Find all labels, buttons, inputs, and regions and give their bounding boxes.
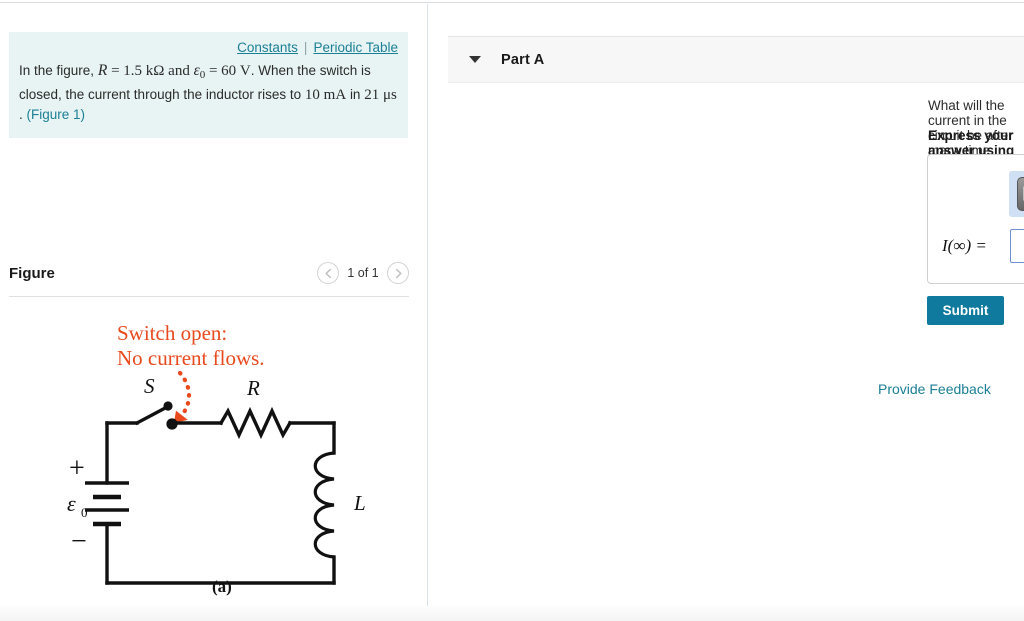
left-panel: Constants | Periodic Table In the figure, … bbox=[0, 0, 427, 621]
label-inductor: L bbox=[353, 491, 366, 515]
answer-label: I(∞) = bbox=[942, 236, 987, 255]
submit-button[interactable]: Submit bbox=[927, 296, 1004, 325]
inductor-coil bbox=[313, 451, 335, 559]
problem-lead: In the figure, bbox=[19, 63, 95, 78]
part-a-title: Part A bbox=[501, 51, 545, 68]
emf-value: = 60 V bbox=[208, 63, 251, 79]
figure-page-label: 1 of 1 bbox=[347, 266, 379, 280]
figure-pager: 1 of 1 bbox=[317, 262, 409, 284]
math-template-button[interactable]: □ bbox=[1017, 177, 1024, 211]
answer-input[interactable] bbox=[1010, 229, 1024, 263]
switch-terminal-upper bbox=[163, 401, 173, 411]
circuit-diagram-svg: Switch open: No current flows. S R L ε 0… bbox=[67, 321, 366, 585]
switch-terminal-lower bbox=[166, 418, 178, 430]
math-toolbar: □ ΑΣϕ bbox=[1009, 171, 1024, 217]
figure-title: Figure bbox=[9, 265, 55, 282]
label-emf: ε bbox=[67, 491, 76, 516]
annotation-line-1: Switch open: bbox=[117, 321, 227, 345]
reference-links: Constants | Periodic Table bbox=[19, 40, 398, 61]
caret-down-icon[interactable] bbox=[469, 56, 481, 63]
circuit-figure: Switch open: No current flows. S R L ε 0… bbox=[9, 305, 409, 605]
figure-header: Figure 1 of 1 bbox=[9, 262, 409, 294]
answer-row: I(∞) = A bbox=[942, 229, 1024, 263]
time-value: 21 μs bbox=[364, 86, 397, 103]
label-minus: − bbox=[71, 526, 87, 557]
figure-prev-button[interactable] bbox=[317, 262, 339, 284]
symbol-epsilon-subscript: 0 bbox=[199, 68, 206, 81]
symbol-R: R bbox=[97, 62, 108, 79]
label-emf-subscript: 0 bbox=[81, 505, 88, 520]
right-panel: Part A What will the current in the circ… bbox=[428, 0, 1024, 621]
battery-symbol bbox=[85, 481, 129, 527]
figure-next-button[interactable] bbox=[387, 262, 409, 284]
figure-caption: (a) bbox=[212, 577, 232, 596]
annotation-line-2: No current flows. bbox=[117, 346, 265, 370]
problem-statement-box: Constants | Periodic Table In the figure, … bbox=[9, 32, 408, 138]
label-resistor: R bbox=[246, 376, 260, 400]
chevron-right-icon bbox=[394, 268, 403, 279]
figure-1-link[interactable]: (Figure 1) bbox=[27, 107, 86, 122]
problem-text: In the figure, R = 1.5 kΩ and ε0 = 60 V.… bbox=[19, 61, 398, 124]
resistance-value: = 1.5 kΩ and bbox=[111, 63, 190, 79]
figure-divider bbox=[9, 296, 409, 297]
links-separator: | bbox=[303, 40, 308, 55]
provide-feedback-link[interactable]: Provide Feedback bbox=[878, 381, 991, 397]
problem-in-word: in bbox=[349, 86, 361, 102]
constants-link[interactable]: Constants bbox=[237, 40, 298, 55]
chevron-left-icon bbox=[324, 268, 333, 279]
part-a-header[interactable]: Part A bbox=[448, 36, 1024, 83]
label-plus: + bbox=[69, 453, 85, 484]
periodic-table-link[interactable]: Periodic Table bbox=[313, 40, 398, 55]
answer-entry-box: □ ΑΣϕ bbox=[927, 154, 1024, 284]
current-value: 10 mA bbox=[304, 86, 347, 103]
problem-period: . bbox=[19, 106, 23, 122]
label-switch: S bbox=[144, 374, 155, 398]
